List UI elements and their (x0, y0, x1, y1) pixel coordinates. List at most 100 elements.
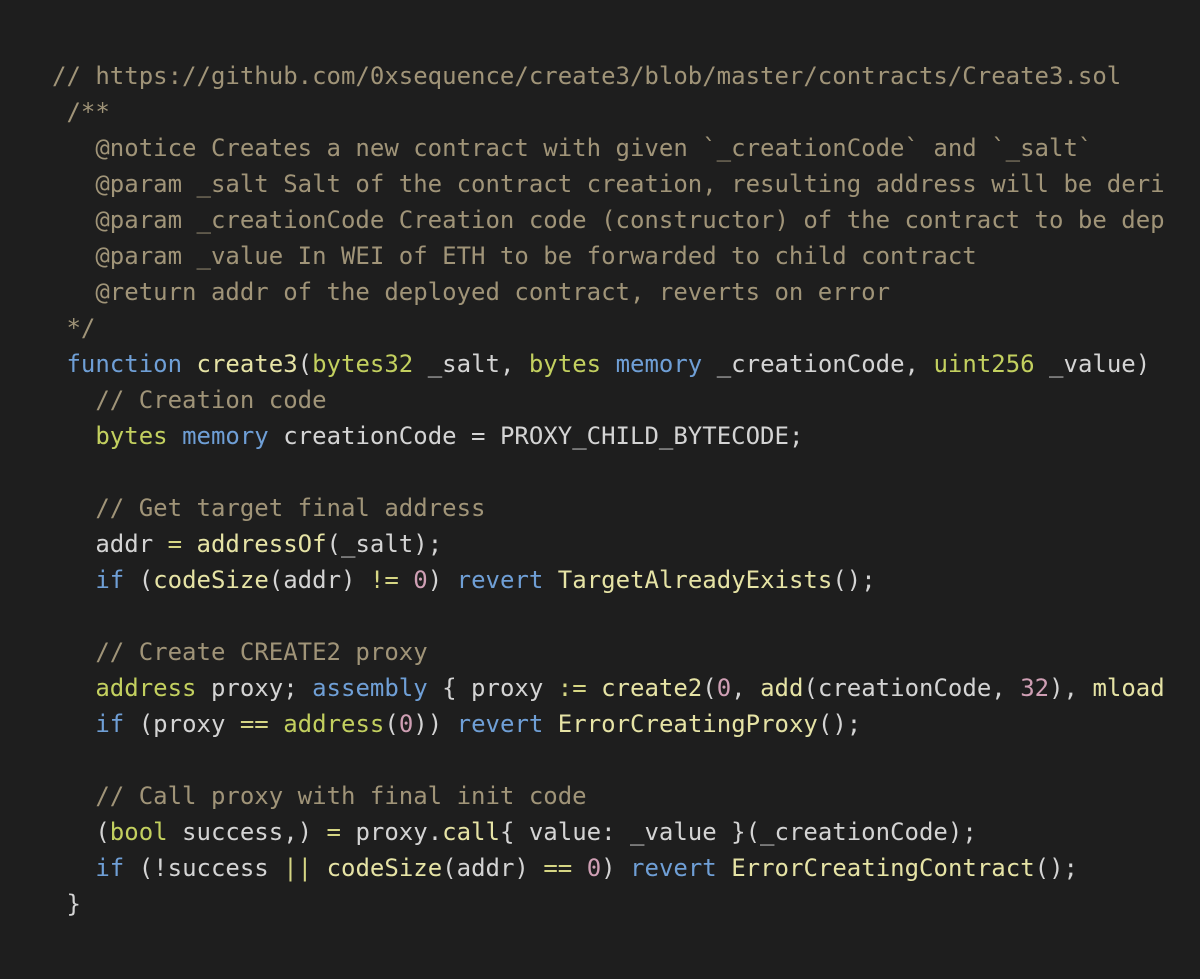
code-line: // https://github.com/0xsequence/create3… (52, 58, 1200, 94)
code-line: function create3(bytes32 _salt, bytes me… (52, 346, 1200, 382)
code-token-plain: ), (1049, 674, 1093, 702)
code-token-plain: proxy. (341, 818, 443, 846)
code-token-comment: // Creation code (52, 386, 327, 414)
code-token-function: addressOf (196, 530, 327, 558)
code-view[interactable]: // https://github.com/0xsequence/create3… (52, 58, 1200, 922)
code-token-operator: := (557, 674, 587, 702)
code-token-plain: ) (427, 566, 457, 594)
code-token-plain: ( (297, 350, 313, 378)
code-token-plain: addr (52, 530, 168, 558)
code-line: bytes memory creationCode = PROXY_CHILD_… (52, 418, 1200, 454)
code-token-keyword: function (66, 350, 183, 378)
code-token-type: bytes (528, 350, 602, 378)
code-token-comment: // https://github.com/0xsequence/create3… (52, 62, 1122, 90)
code-token-function: TargetAlreadyExists (557, 566, 833, 594)
code-token-number: 0 (413, 566, 428, 594)
code-line: @param _value In WEI of ETH to be forwar… (52, 238, 1200, 274)
code-token-comment: @param _salt Salt of the contract creati… (52, 170, 1165, 198)
code-token-operator: = (167, 530, 183, 558)
code-token-plain: (); (832, 566, 876, 594)
code-token-plain: ( (702, 674, 717, 702)
code-token-operator: || (283, 854, 313, 882)
code-token-comment: @notice Creates a new contract with give… (52, 134, 1093, 162)
code-token-type: bool (109, 818, 168, 846)
code-token-keyword: memory (615, 350, 703, 378)
code-token-type: bytes32 (312, 350, 414, 378)
code-token-keyword: revert (630, 854, 717, 882)
code-token-comment: // Call proxy with final init code (52, 782, 587, 810)
code-line: @notice Creates a new contract with give… (52, 130, 1200, 166)
code-editor: // https://github.com/0xsequence/create3… (0, 0, 1200, 979)
code-token-plain: (); (1034, 854, 1078, 882)
code-token-plain: (addr) (268, 566, 370, 594)
code-line: addr = addressOf(_salt); (52, 526, 1200, 562)
code-line: if (proxy == address(0)) revert ErrorCre… (52, 706, 1200, 742)
code-token-number: 0 (398, 710, 414, 738)
code-token-plain: _value) (1034, 350, 1151, 378)
code-token-plain: (_salt); (326, 530, 443, 558)
code-token-keyword: revert (456, 566, 544, 594)
code-token-function: mload (1092, 674, 1165, 702)
code-token-plain: ( (52, 818, 110, 846)
code-token-function: codeSize (153, 566, 269, 594)
code-line: @param _salt Salt of the contract creati… (52, 166, 1200, 202)
code-token-plain: creationCode = PROXY_CHILD_BYTECODE; (268, 422, 804, 450)
code-token-plain: { value: _value }(_creationCode); (499, 818, 977, 846)
code-token-plain: success,) (167, 818, 327, 846)
code-line: // Get target final address (52, 490, 1200, 526)
code-token-operator: = (326, 818, 341, 846)
code-line: */ (52, 310, 1200, 346)
code-token-plain: (addr) (442, 854, 544, 882)
code-token-plain: proxy; (196, 674, 313, 702)
code-token-function: call (442, 818, 500, 846)
code-token-plain: _creationCode, (702, 350, 934, 378)
code-line: if (codeSize(addr) != 0) revert TargetAl… (52, 562, 1200, 598)
code-token-plain: ( (124, 566, 154, 594)
code-token-plain: { proxy (427, 674, 558, 702)
code-token-keyword: assembly (312, 674, 428, 702)
code-line: // Call proxy with final init code (52, 778, 1200, 814)
code-token-function: ErrorCreatingContract (731, 854, 1035, 882)
code-token-plain: _salt, (413, 350, 529, 378)
code-token-plain: )) (413, 710, 457, 738)
code-token-plain: (); (817, 710, 862, 738)
code-token-type: address (283, 710, 385, 738)
code-token-comment: /** (52, 98, 110, 126)
code-token-comment: @param _creationCode Creation code (cons… (52, 206, 1165, 234)
code-token-operator: == (543, 854, 573, 882)
code-line: // Create CREATE2 proxy (52, 634, 1200, 670)
code-token-comment: @param _value In WEI of ETH to be forwar… (52, 242, 977, 270)
code-token-type: bytes (95, 422, 168, 450)
code-token-number: 0 (586, 854, 602, 882)
code-token-function: ErrorCreatingProxy (557, 710, 818, 738)
code-token-plain: , (731, 674, 761, 702)
code-token-function: codeSize (326, 854, 443, 882)
code-line: address proxy; assembly { proxy := creat… (52, 670, 1200, 706)
code-token-function: create3 (196, 350, 298, 378)
code-token-plain: (creationCode, (803, 674, 1021, 702)
code-line: (bool success,) = proxy.call{ value: _va… (52, 814, 1200, 850)
code-token-keyword: if (95, 854, 125, 882)
code-token-comment: @return addr of the deployed contract, r… (52, 278, 891, 306)
code-token-function: add (760, 674, 804, 702)
code-token-operator: == (239, 710, 269, 738)
code-line: @return addr of the deployed contract, r… (52, 274, 1200, 310)
code-token-keyword: if (95, 710, 125, 738)
code-token-comment: */ (52, 314, 96, 342)
code-line: /** (52, 94, 1200, 130)
